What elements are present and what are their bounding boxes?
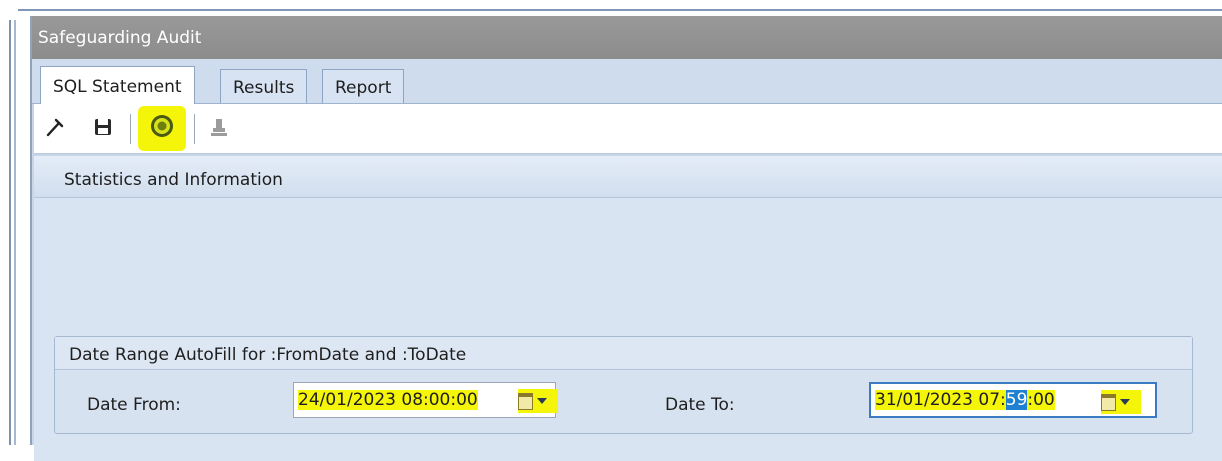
tab-sql-statement[interactable]: SQL Statement xyxy=(40,66,195,104)
tab-label: Results xyxy=(233,78,295,98)
calendar-icon xyxy=(1101,393,1116,411)
group-title: Date Range AutoFill for :FromDate and :T… xyxy=(55,337,1192,370)
hammer-button[interactable] xyxy=(36,110,74,148)
date-range-groupbox: Date Range AutoFill for :FromDate and :T… xyxy=(54,336,1193,434)
toolbar-separator xyxy=(194,114,195,144)
toolbar xyxy=(34,104,1222,154)
export-button[interactable] xyxy=(200,110,238,148)
save-button[interactable] xyxy=(84,110,122,148)
safeguarding-audit-window: Safeguarding Audit SQL Statement Results… xyxy=(30,16,1222,461)
date-to-dropdown-button[interactable] xyxy=(1101,390,1141,414)
toolbar-separator xyxy=(130,114,131,144)
chevron-down-icon xyxy=(537,398,547,404)
top-border-line xyxy=(18,9,1222,11)
tab-results[interactable]: Results xyxy=(220,69,308,103)
date-from-dropdown-button[interactable] xyxy=(518,389,558,413)
date-to-field[interactable]: 31/01/2023 07:59:00 xyxy=(869,382,1157,418)
date-from-label: Date From: xyxy=(87,395,181,415)
date-to-selected-minutes: 59 xyxy=(1005,390,1028,410)
tab-label: SQL Statement xyxy=(53,77,182,97)
date-from-value: 24/01/2023 08:00:00 xyxy=(298,390,478,410)
date-to-label: Date To: xyxy=(665,395,735,415)
date-to-prefix: 31/01/2023 07: xyxy=(875,390,1006,410)
statistics-section: Statistics and Information Date Range Au… xyxy=(34,156,1222,461)
left-window-edge xyxy=(0,0,16,445)
date-to-suffix: :00 xyxy=(1027,390,1055,410)
date-to-value: 31/01/2023 07:59:00 xyxy=(875,390,1055,410)
run-icon xyxy=(149,113,175,144)
window-titlebar: Safeguarding Audit xyxy=(32,16,1222,59)
calendar-icon xyxy=(518,392,533,410)
section-header: Statistics and Information xyxy=(34,156,1222,198)
left-border-line-inner xyxy=(14,20,16,445)
run-button[interactable] xyxy=(138,106,186,151)
hammer-icon xyxy=(44,116,66,143)
tab-report[interactable]: Report xyxy=(322,69,405,103)
save-icon xyxy=(92,116,114,143)
tab-strip: SQL Statement Results Report xyxy=(32,59,1222,104)
group-title-text: Date Range AutoFill for :FromDate and :T… xyxy=(69,345,467,365)
chevron-down-icon xyxy=(1120,399,1130,405)
date-from-field[interactable]: 24/01/2023 08:00:00 xyxy=(293,382,558,418)
window-title: Safeguarding Audit xyxy=(38,28,202,48)
section-title: Statistics and Information xyxy=(64,170,283,190)
export-icon xyxy=(209,116,229,143)
left-border-line xyxy=(9,20,11,445)
tab-label: Report xyxy=(335,78,392,98)
